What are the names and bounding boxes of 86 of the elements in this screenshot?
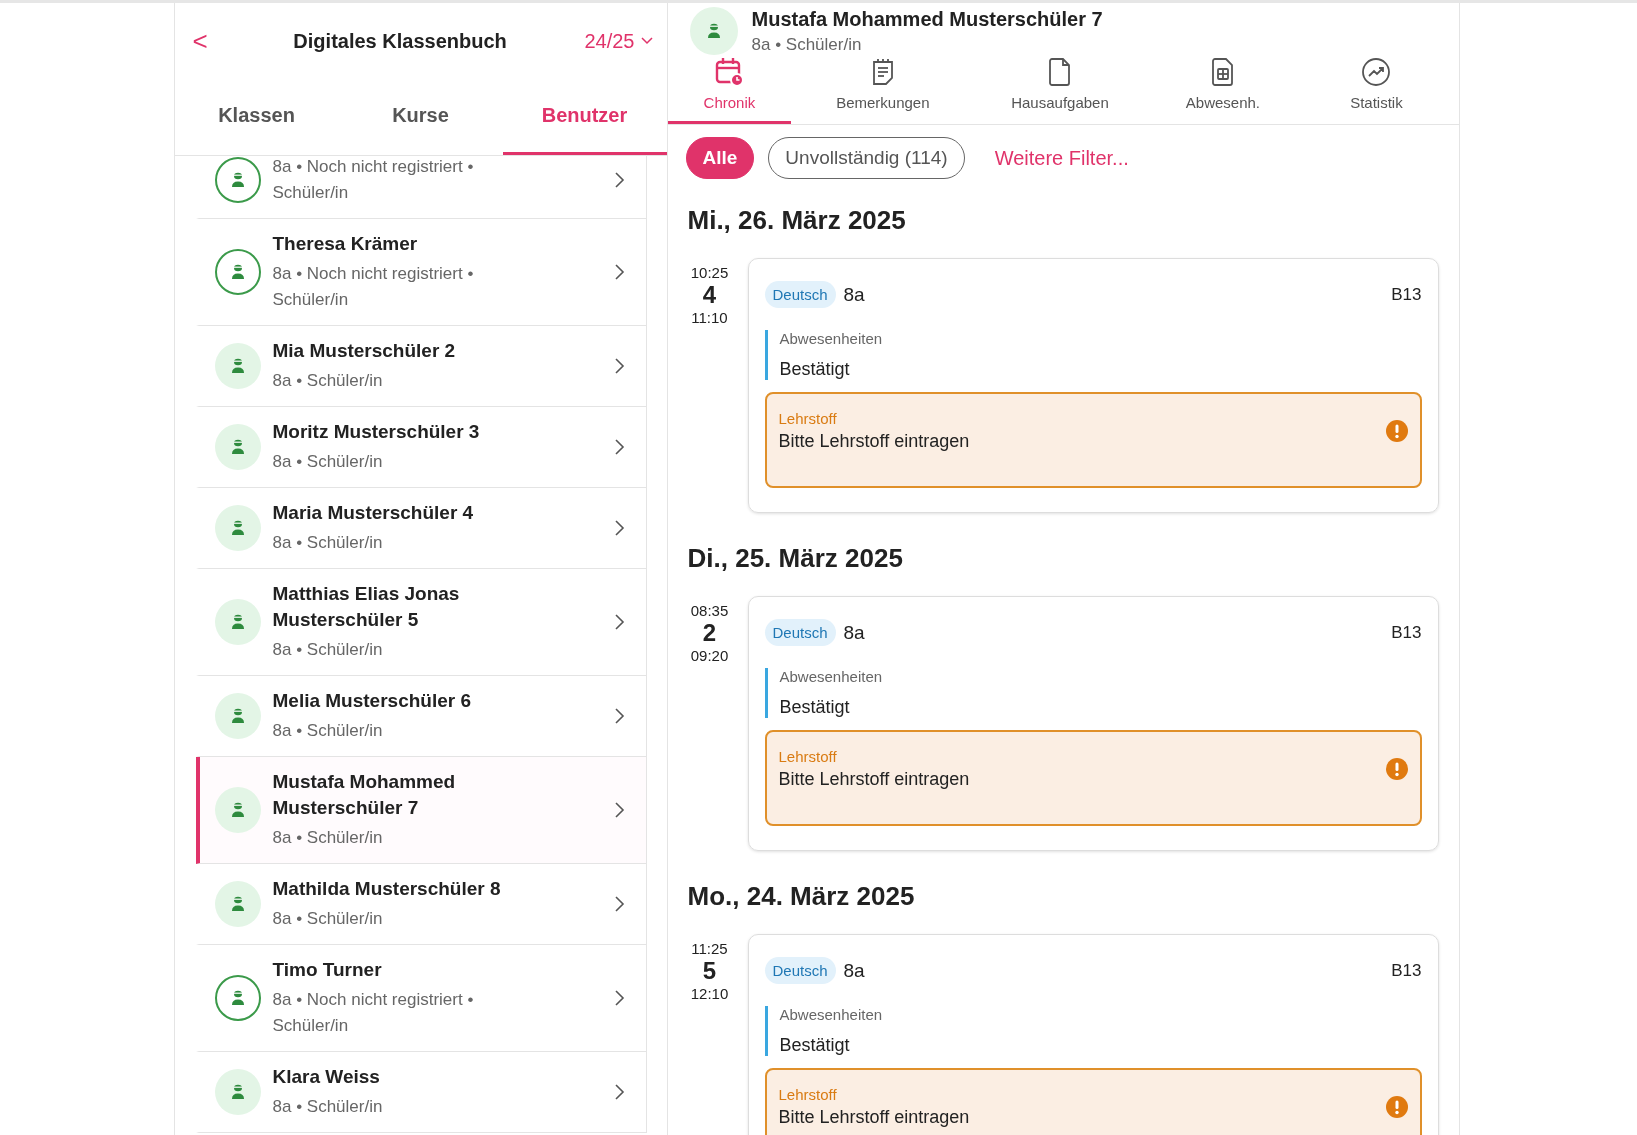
user-details: 8a • Noch nicht registriert • Schüler/in: [272, 263, 475, 311]
tab[interactable]: Chronik: [667, 55, 792, 124]
lesson-number: 2: [702, 619, 717, 647]
start-time: 11:25: [691, 940, 728, 957]
topic-box[interactable]: Lehrstoff Bitte Lehrstoff eintragen: [764, 1068, 1422, 1135]
user-list-item[interactable]: Timo Turner 8a • Noch nicht registriert • Schüler/in: [195, 945, 646, 1052]
user-name: Mia Musterschüler 2: [272, 339, 457, 363]
lesson-number: 5: [702, 957, 717, 985]
student-name: Mustafa Mohammed Musterschüler 7: [751, 7, 1103, 31]
user-name: Mathilda Musterschüler 8: [272, 877, 502, 901]
section-label: Abwesenheiten: [779, 668, 884, 685]
start-time: 10:25: [690, 264, 729, 281]
class-label: 8a: [843, 283, 866, 306]
user-list-item[interactable]: Mathilda Musterschüler 8 8a • Schüler/in: [195, 864, 646, 945]
user-details: 8a • Schüler/in: [272, 639, 384, 661]
end-time: 09:20: [690, 647, 729, 664]
date-heading: Mo., 24. März 2025: [687, 881, 916, 912]
user-name: Maria Musterschüler 4: [272, 501, 475, 525]
absence-status: Bestätigt: [779, 359, 851, 380]
lesson-card[interactable]: Deutsch 8a B13 Abwesenheiten Bestätigt Lehrstoff Bitte Lehrstoff eintragen: [747, 258, 1439, 513]
topic-hint: Bitte Lehrstoff eintragen: [778, 431, 971, 452]
date-heading: Mi., 26. März 2025: [687, 205, 907, 236]
lesson-card[interactable]: Deutsch 8a B13 Abwesenheiten Bestätigt Lehrstoff Bitte Lehrstoff eintragen: [747, 596, 1439, 851]
user-details: 8a • Schüler/in: [272, 827, 384, 849]
user-list-item[interactable]: Klara Weiss 8a • Schüler/in: [195, 1052, 646, 1133]
user-details: 8a • Schüler/in: [272, 1096, 384, 1118]
subject-tag: Deutsch: [764, 619, 836, 646]
subject-tag: Deutsch: [764, 957, 836, 984]
end-time: 12:10: [690, 985, 729, 1002]
user-details: 8a • Schüler/in: [272, 720, 384, 742]
filter-chip[interactable]: Alle: [685, 137, 755, 179]
lesson-card[interactable]: Deutsch 8a B13 Abwesenheiten Bestätigt Lehrstoff Bitte Lehrstoff eintragen: [747, 934, 1439, 1135]
user-list-item[interactable]: Moritz Musterschüler 3 8a • Schüler/in: [195, 407, 646, 488]
tab[interactable]: Kurse: [338, 79, 503, 155]
user-name: Theresa Krämer: [272, 232, 419, 256]
tab[interactable]: Bemerkungen: [797, 55, 969, 124]
section-label: Lehrstoff: [778, 1086, 838, 1103]
user-list-item[interactable]: Maria Musterschüler 4 8a • Schüler/in: [195, 488, 646, 569]
user-name: Melia Musterschüler 6: [272, 689, 473, 713]
topic-box[interactable]: Lehrstoff Bitte Lehrstoff eintragen: [764, 730, 1422, 826]
lesson-number: 4: [702, 281, 717, 309]
user-list-item[interactable]: Mustafa Mohammed Musterschüler 7 8a • Schüler/in: [195, 757, 646, 864]
end-time: 11:10: [691, 309, 728, 326]
start-time: 08:35: [690, 602, 729, 619]
user-details: 8a • Schüler/in: [272, 908, 384, 930]
tab[interactable]: Klassen: [174, 79, 339, 155]
year-dropdown[interactable]: 24/25: [584, 29, 653, 53]
section-label: Lehrstoff: [778, 410, 838, 427]
room-label: B13: [1391, 284, 1422, 305]
absence-status: Bestätigt: [779, 697, 851, 718]
section-label: Lehrstoff: [778, 748, 838, 765]
user-name: Moritz Musterschüler 3: [272, 420, 481, 444]
user-details: 8a • Schüler/in: [272, 370, 384, 392]
user-name: Timo Turner: [272, 958, 383, 982]
section-label: Abwesenheiten: [779, 1006, 884, 1023]
absence-status: Bestätigt: [779, 1035, 851, 1056]
user-list-item[interactable]: Theresa Krämer 8a • Noch nicht registriert • Schüler/in: [195, 219, 646, 326]
section-label: Abwesenheiten: [779, 330, 884, 347]
more-filters-link[interactable]: Weitere Filter...: [994, 146, 1129, 170]
subject-tag: Deutsch: [764, 281, 836, 308]
user-list-item[interactable]: 8a • Noch nicht registriert • Schüler/in: [195, 156, 646, 219]
user-details: 8a • Noch nicht registriert • Schüler/in: [272, 989, 475, 1037]
room-label: B13: [1391, 960, 1422, 981]
user-details: 8a • Noch nicht registriert • Schüler/in: [272, 156, 475, 204]
tab[interactable]: Hausaufgaben: [974, 55, 1146, 124]
user-name: Matthias Elias Jonas Musterschüler 5: [272, 582, 461, 632]
user-details: 8a • Schüler/in: [272, 532, 384, 554]
topic-hint: Bitte Lehrstoff eintragen: [778, 1107, 971, 1128]
tab[interactable]: Statistik: [1300, 55, 1453, 124]
filter-chip[interactable]: Unvollständig (114): [768, 137, 965, 179]
user-list-item[interactable]: Mia Musterschüler 2 8a • Schüler/in: [195, 326, 646, 407]
topic-hint: Bitte Lehrstoff eintragen: [778, 769, 971, 790]
user-name: Klara Weiss: [272, 1065, 381, 1089]
student-details: 8a • Schüler/in: [751, 34, 863, 55]
user-list-item[interactable]: Matthias Elias Jonas Musterschüler 5 8a • Schüler/in: [195, 569, 646, 676]
room-label: B13: [1391, 622, 1422, 643]
back-button[interactable]: <: [184, 25, 216, 57]
user-details: 8a • Schüler/in: [272, 451, 384, 473]
app-title: Digitales Klassenbuch: [292, 29, 508, 53]
tab[interactable]: Abwesenh.: [1151, 55, 1295, 124]
class-label: 8a: [843, 621, 866, 644]
topic-box[interactable]: Lehrstoff Bitte Lehrstoff eintragen: [764, 392, 1422, 488]
user-list-item[interactable]: Melia Musterschüler 6 8a • Schüler/in: [195, 676, 646, 757]
user-name: Mustafa Mohammed Musterschüler 7: [272, 770, 457, 820]
class-label: 8a: [843, 959, 866, 982]
date-heading: Di., 25. März 2025: [687, 543, 904, 574]
